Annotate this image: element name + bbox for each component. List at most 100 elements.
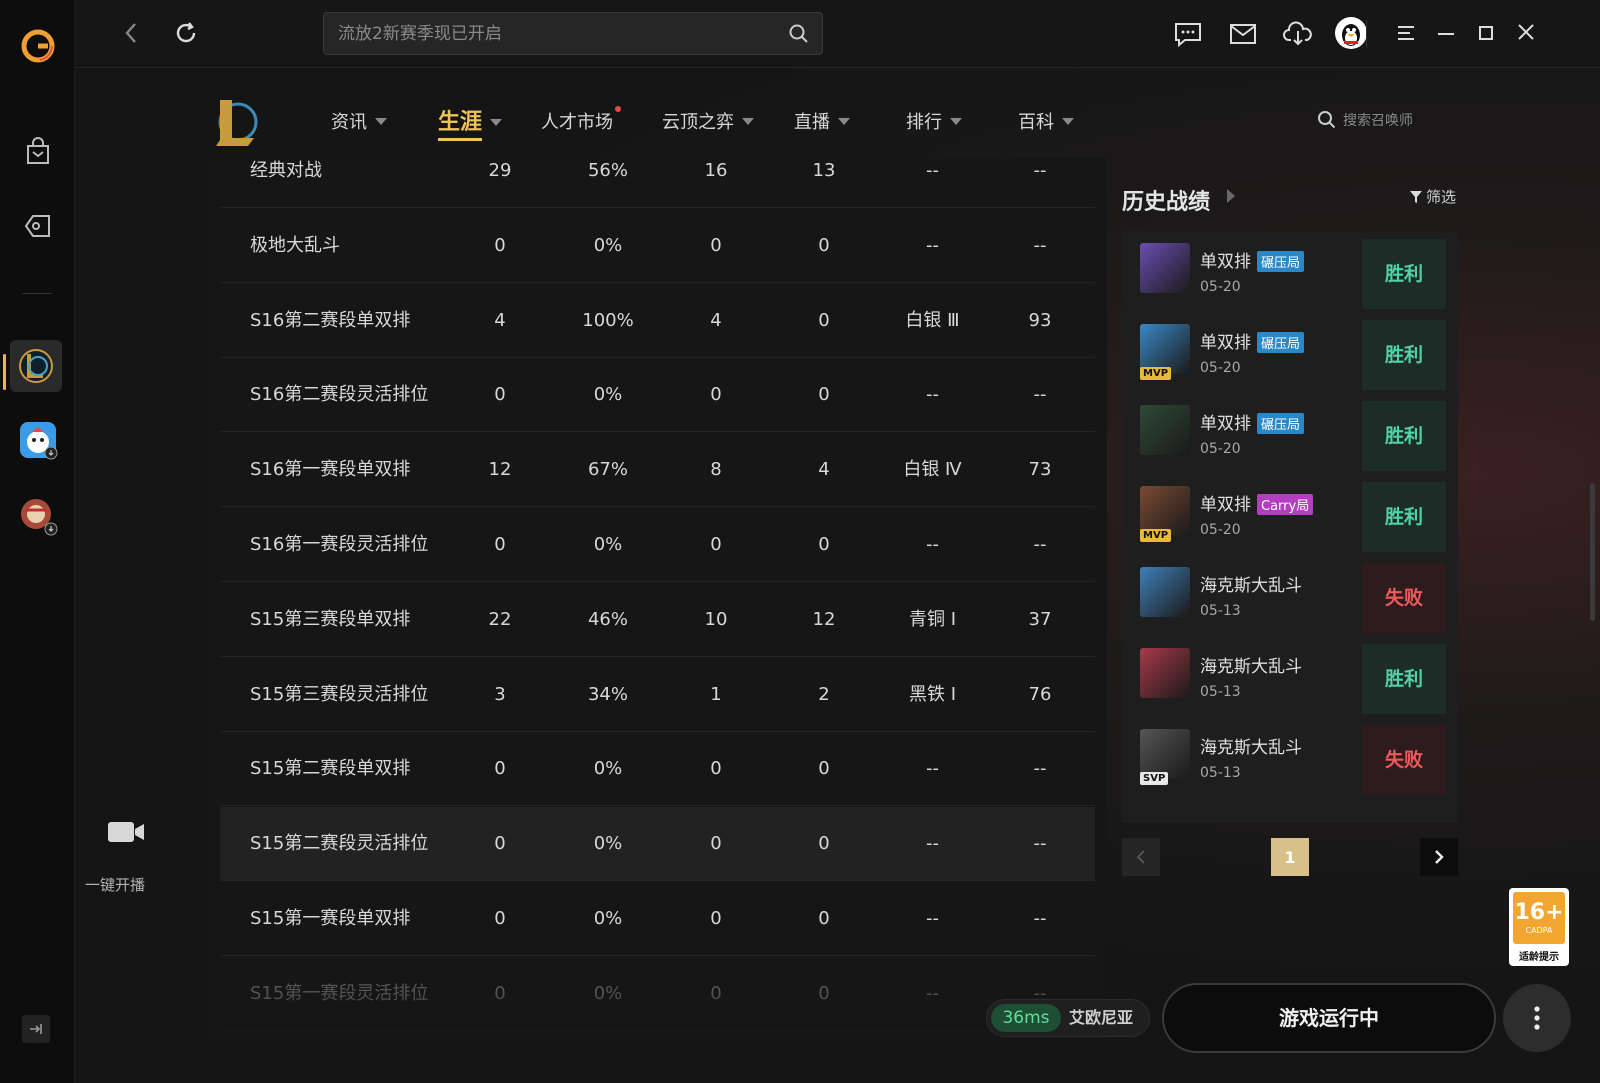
match-item[interactable]: 海克斯大乱斗 05-13 失败 — [1122, 555, 1458, 637]
table-cell: S16第二赛段灵活排位 — [250, 384, 429, 406]
table-cell: 0 — [710, 534, 722, 555]
minimize-icon[interactable] — [1435, 22, 1457, 48]
match-date: 05-20 — [1200, 360, 1241, 376]
more-options-button[interactable] — [1503, 984, 1571, 1052]
lol-logo-icon[interactable] — [210, 94, 260, 152]
next-page-button[interactable] — [1420, 838, 1458, 876]
chevron-down-icon — [838, 117, 850, 125]
table-row[interactable]: S16第一赛段灵活排位 0 0% 0 0 -- -- — [220, 508, 1095, 582]
chevron-right-icon[interactable] — [1227, 189, 1235, 203]
third-game-icon[interactable] — [14, 492, 62, 540]
table-cell: 13 — [812, 160, 836, 181]
app-logo-icon[interactable] — [14, 22, 62, 70]
match-mode: 单双排 — [1200, 252, 1251, 272]
match-item[interactable]: MVP 单双排 碾压局 05-20 胜利 — [1122, 312, 1458, 394]
back-icon[interactable] — [121, 20, 141, 50]
age-rating-org: CADPA — [1525, 926, 1553, 935]
history-filter-button[interactable]: 筛选 — [1410, 186, 1456, 207]
table-cell: S16第一赛段单双排 — [250, 459, 411, 481]
search-input[interactable] — [338, 13, 778, 54]
chevron-down-icon — [950, 117, 962, 125]
table-cell: -- — [926, 833, 939, 855]
one-click-stream-label[interactable]: 一键开播 — [85, 874, 145, 895]
table-row[interactable]: 极地大乱斗 0 0% 0 0 -- -- — [220, 209, 1095, 283]
gift-tag-icon[interactable] — [14, 202, 62, 250]
table-row[interactable]: S15第二赛段单双排 0 0% 0 0 -- -- — [220, 732, 1095, 807]
maximize-icon[interactable] — [1475, 22, 1497, 48]
nav-wiki[interactable]: 百科 — [1018, 108, 1074, 134]
table-row[interactable]: S15第二赛段灵活排位 0 0% 0 0 -- -- — [220, 807, 1095, 882]
download-manager-icon[interactable] — [1282, 20, 1314, 52]
table-row[interactable]: 经典对战 29 56% 16 13 -- -- — [220, 158, 1095, 208]
summoner-search[interactable]: 搜索召唤师 — [1317, 110, 1413, 130]
nav-ranking[interactable]: 排行 — [906, 108, 962, 134]
history-title[interactable]: 历史战绩 — [1122, 184, 1210, 216]
chevron-down-icon — [490, 119, 503, 126]
table-cell: S15第二赛段灵活排位 — [250, 833, 429, 855]
match-date: 05-13 — [1200, 765, 1241, 781]
table-cell: -- — [1033, 234, 1047, 256]
match-item[interactable]: MVP 单双排 Carry局 05-20 胜利 — [1122, 474, 1458, 556]
table-cell: 0 — [494, 758, 506, 780]
nav-tft[interactable]: 云顶之弈 — [662, 108, 754, 134]
table-row[interactable]: S16第二赛段单双排 4 100% 4 0 白银 Ⅲ 93 — [220, 284, 1095, 358]
match-item[interactable]: 单双排 碾压局 05-20 胜利 — [1122, 393, 1458, 475]
qq-game-icon[interactable] — [14, 416, 62, 464]
table-cell: S16第二赛段单双排 — [250, 309, 411, 331]
champion-avatar — [1140, 567, 1190, 617]
page-number-button[interactable]: 1 — [1271, 838, 1309, 876]
page-scrollbar[interactable] — [1590, 483, 1595, 621]
nav-live[interactable]: 直播 — [794, 108, 850, 134]
table-row[interactable]: S15第一赛段单双排 0 0% 0 0 -- -- — [220, 882, 1095, 956]
table-cell: -- — [926, 160, 939, 181]
nav-talent-market[interactable]: 人才市场 — [541, 106, 621, 134]
table-cell: 37 — [1028, 608, 1052, 630]
video-camera-icon[interactable] — [106, 818, 146, 850]
refresh-icon[interactable] — [173, 20, 199, 50]
nav-ranking-label: 排行 — [906, 112, 942, 133]
table-row[interactable]: S16第二赛段灵活排位 0 0% 0 0 -- -- — [220, 358, 1095, 433]
search-icon[interactable] — [788, 23, 810, 49]
table-cell: 0 — [710, 908, 722, 929]
table-cell: 0 — [818, 234, 830, 256]
table-cell: 0 — [818, 982, 830, 1004]
table-row[interactable]: S15第三赛段灵活排位 3 34% 1 2 黑铁 Ⅰ 76 — [220, 658, 1095, 732]
match-tag-badge: Carry局 — [1257, 494, 1314, 515]
chat-icon[interactable] — [1173, 20, 1203, 52]
table-cell: 白银 Ⅳ — [903, 459, 962, 481]
prev-page-button[interactable] — [1122, 838, 1160, 876]
table-cell: 0 — [710, 758, 722, 780]
table-row[interactable]: S15第一赛段灵活排位 0 0% 0 0 -- -- — [220, 957, 1095, 1031]
search-bar[interactable] — [323, 12, 823, 55]
lol-game-icon[interactable] — [10, 340, 62, 392]
close-icon[interactable] — [1515, 21, 1537, 47]
play-game-button[interactable]: 游戏运行中 — [1162, 983, 1496, 1053]
table-row[interactable]: S16第一赛段单双排 12 67% 8 4 白银 Ⅳ 73 — [220, 433, 1095, 508]
store-bag-icon[interactable] — [14, 128, 62, 176]
filter-icon — [1410, 190, 1422, 203]
table-cell: 12 — [812, 608, 836, 630]
table-cell: S15第一赛段单双排 — [250, 908, 411, 929]
chevron-down-icon — [742, 117, 754, 125]
champion-avatar — [1140, 405, 1190, 455]
table-cell: 经典对战 — [250, 160, 322, 181]
nav-news[interactable]: 资讯 — [331, 108, 387, 134]
nav-career[interactable]: 生涯 — [438, 104, 503, 141]
table-cell: 12 — [488, 459, 512, 481]
match-item[interactable]: 海克斯大乱斗 05-13 胜利 — [1122, 636, 1458, 718]
match-item[interactable]: SVP 海克斯大乱斗 05-13 失败 — [1122, 717, 1458, 799]
user-avatar[interactable] — [1335, 17, 1367, 49]
search-icon — [1318, 111, 1336, 129]
mvp-badge: MVP — [1140, 367, 1172, 380]
menu-icon[interactable] — [1395, 22, 1417, 48]
table-cell: 黑铁 Ⅰ — [908, 683, 957, 705]
mail-icon[interactable] — [1228, 22, 1258, 50]
table-row[interactable]: S15第三赛段单双排 22 46% 10 12 青铜 Ⅰ 37 — [220, 583, 1095, 657]
match-history-list: 单双排 碾压局 05-20 胜利 MVP 单双排 碾压局 05-20 胜利 单双排 碾压局 05-20… — [1122, 231, 1458, 823]
collapse-sidebar-icon[interactable] — [22, 1015, 50, 1043]
match-item[interactable]: 单双排 碾压局 05-20 胜利 — [1122, 231, 1458, 313]
match-result: 失败 — [1362, 563, 1446, 633]
server-status[interactable]: 36ms 艾欧尼亚 — [986, 999, 1150, 1037]
table-cell: 0% — [593, 384, 623, 406]
match-date: 05-20 — [1200, 279, 1241, 295]
